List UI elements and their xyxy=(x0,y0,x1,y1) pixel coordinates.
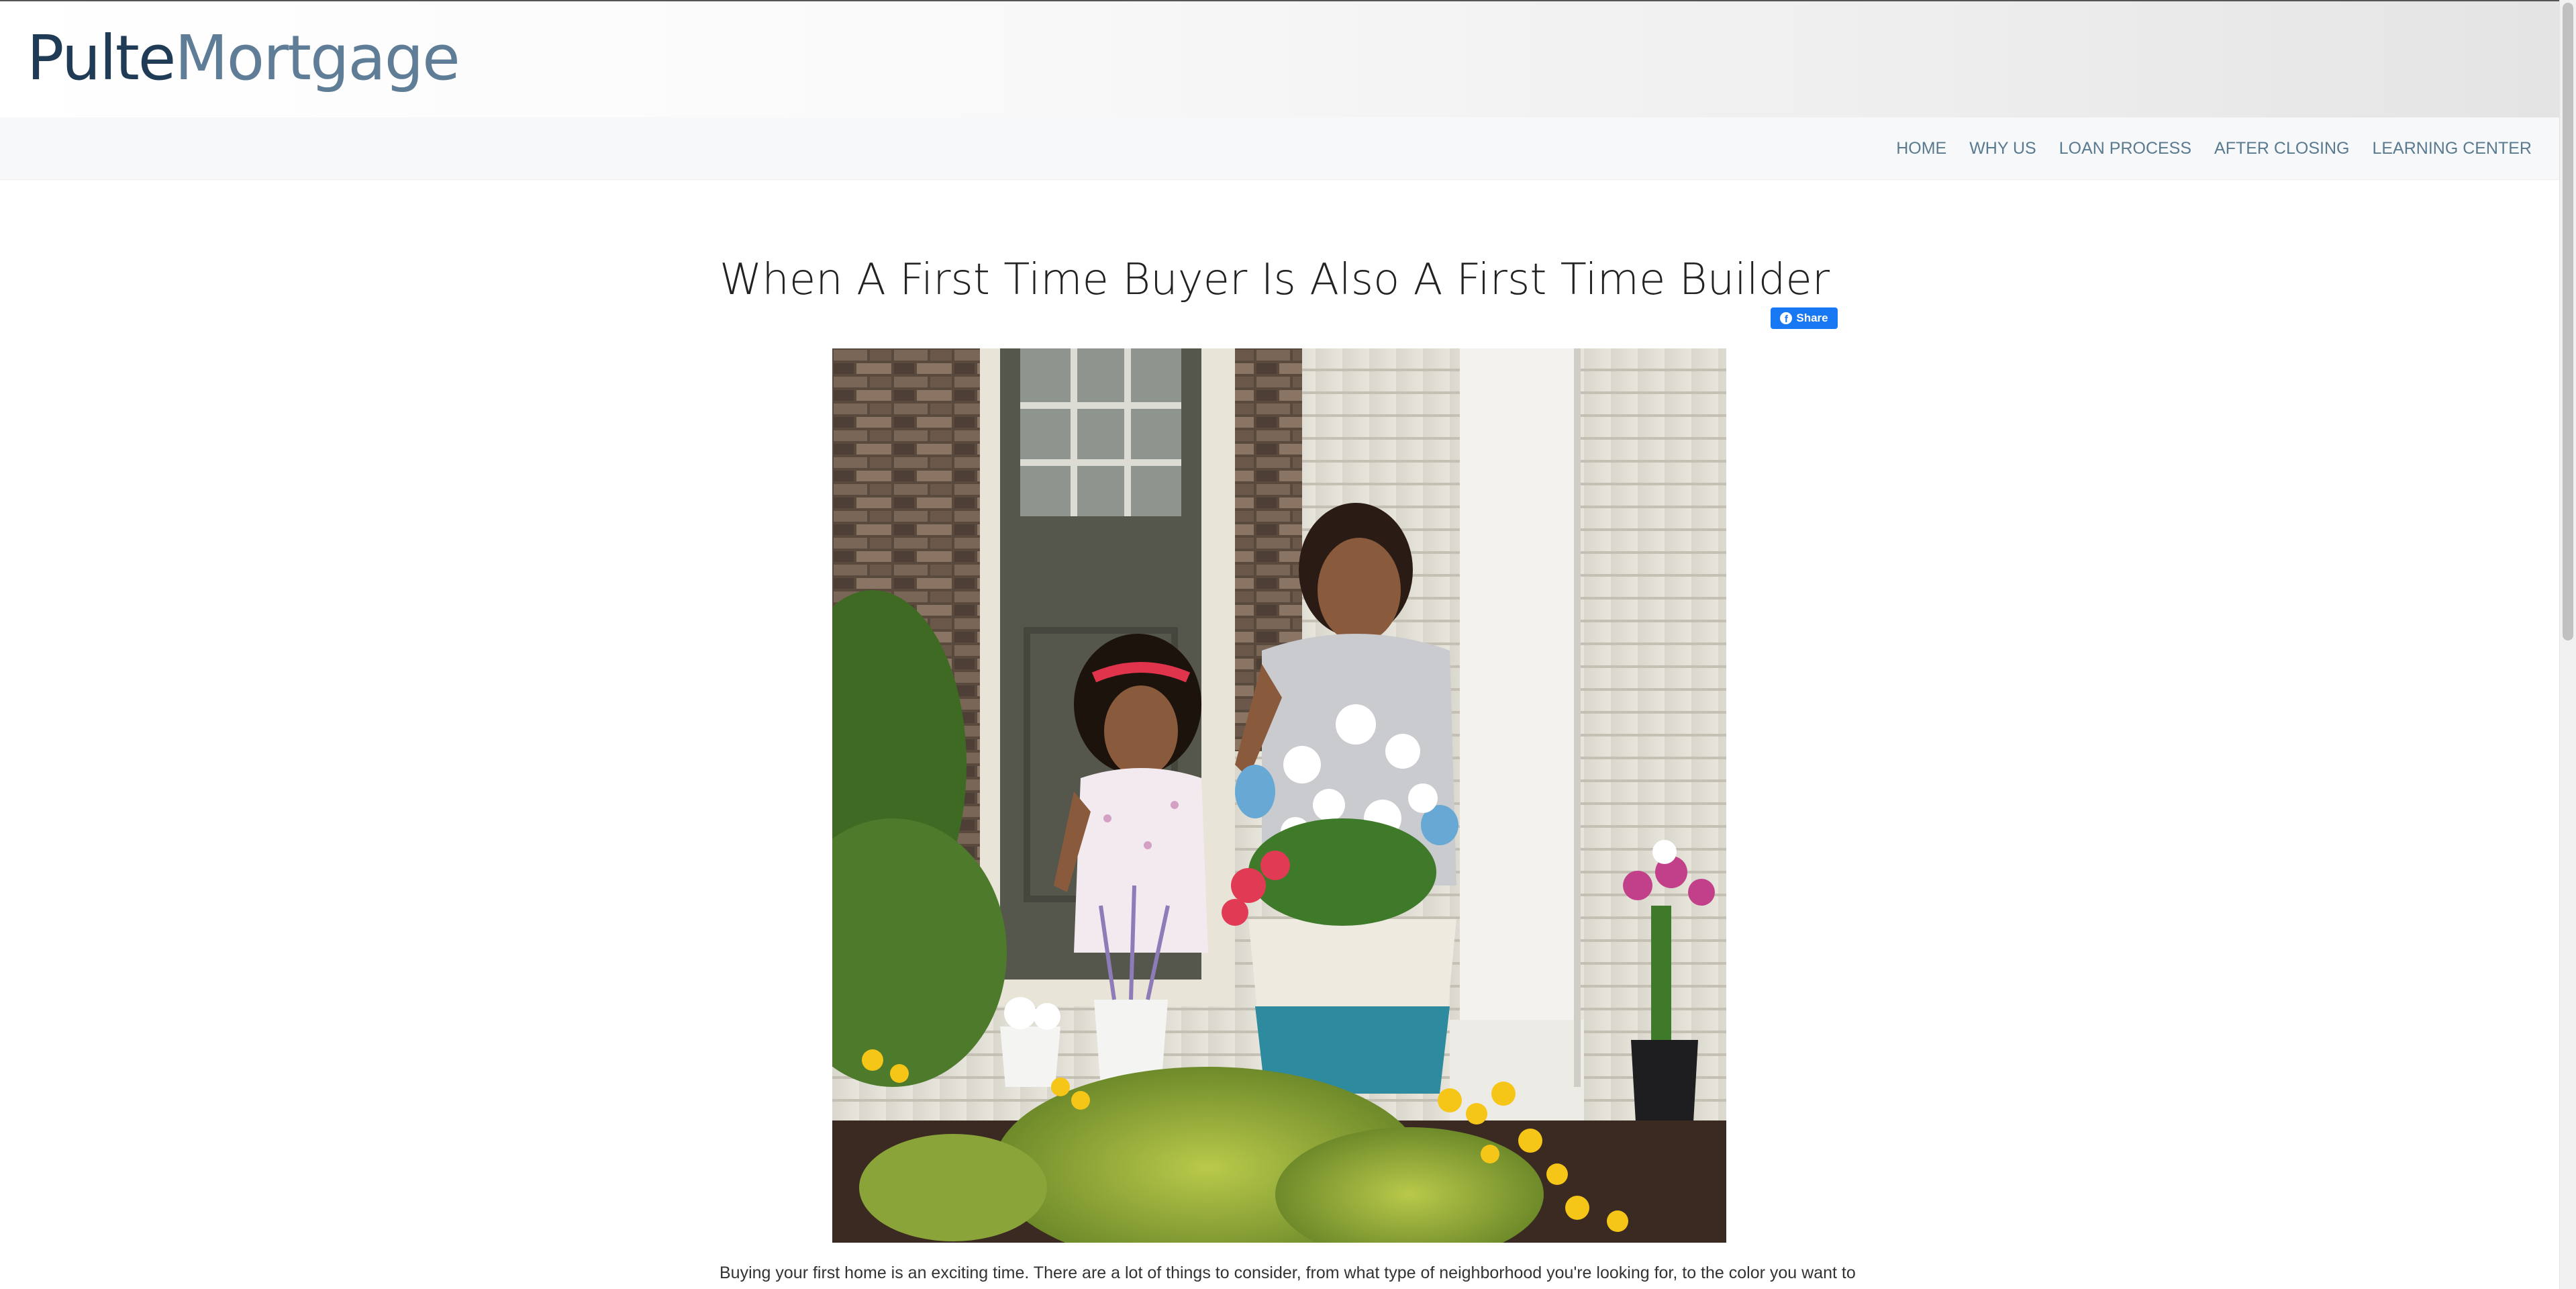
article-body-first-line: Buying your first home is an exciting ti… xyxy=(720,1263,1856,1282)
site-header: PulteMortgage xyxy=(0,0,2560,117)
page-scrollbar[interactable] xyxy=(2559,0,2576,1289)
facebook-icon: f xyxy=(1780,312,1793,324)
pulte-mortgage-logo[interactable]: PulteMortgage xyxy=(27,21,460,95)
article-photo xyxy=(832,348,1726,1243)
nav-learning-center[interactable]: LEARNING CENTER xyxy=(2372,139,2532,158)
nav-home[interactable]: HOME xyxy=(1896,139,1946,158)
scrollbar-thumb[interactable] xyxy=(2563,3,2573,640)
logo-text-pulte: Pulte xyxy=(27,22,176,94)
logo-text-mortgage: Mortgage xyxy=(175,22,460,94)
family-gardening-photo xyxy=(832,348,1726,1243)
nav-loan-process[interactable]: LOAN PROCESS xyxy=(2059,139,2191,158)
nav-why-us[interactable]: WHY US xyxy=(1969,139,2036,158)
nav-after-closing[interactable]: AFTER CLOSING xyxy=(2214,139,2349,158)
main-navbar: HOME WHY US LOAN PROCESS AFTER CLOSING L… xyxy=(0,117,2560,180)
share-label: Share xyxy=(1796,312,1828,324)
page: PulteMortgage HOME WHY US LOAN PROCESS A… xyxy=(0,0,2576,1289)
facebook-share-button[interactable]: f Share xyxy=(1771,307,1838,329)
article-title: When A First Time Buyer Is Also A First … xyxy=(720,255,1830,305)
main-nav: HOME WHY US LOAN PROCESS AFTER CLOSING L… xyxy=(1896,117,2532,179)
